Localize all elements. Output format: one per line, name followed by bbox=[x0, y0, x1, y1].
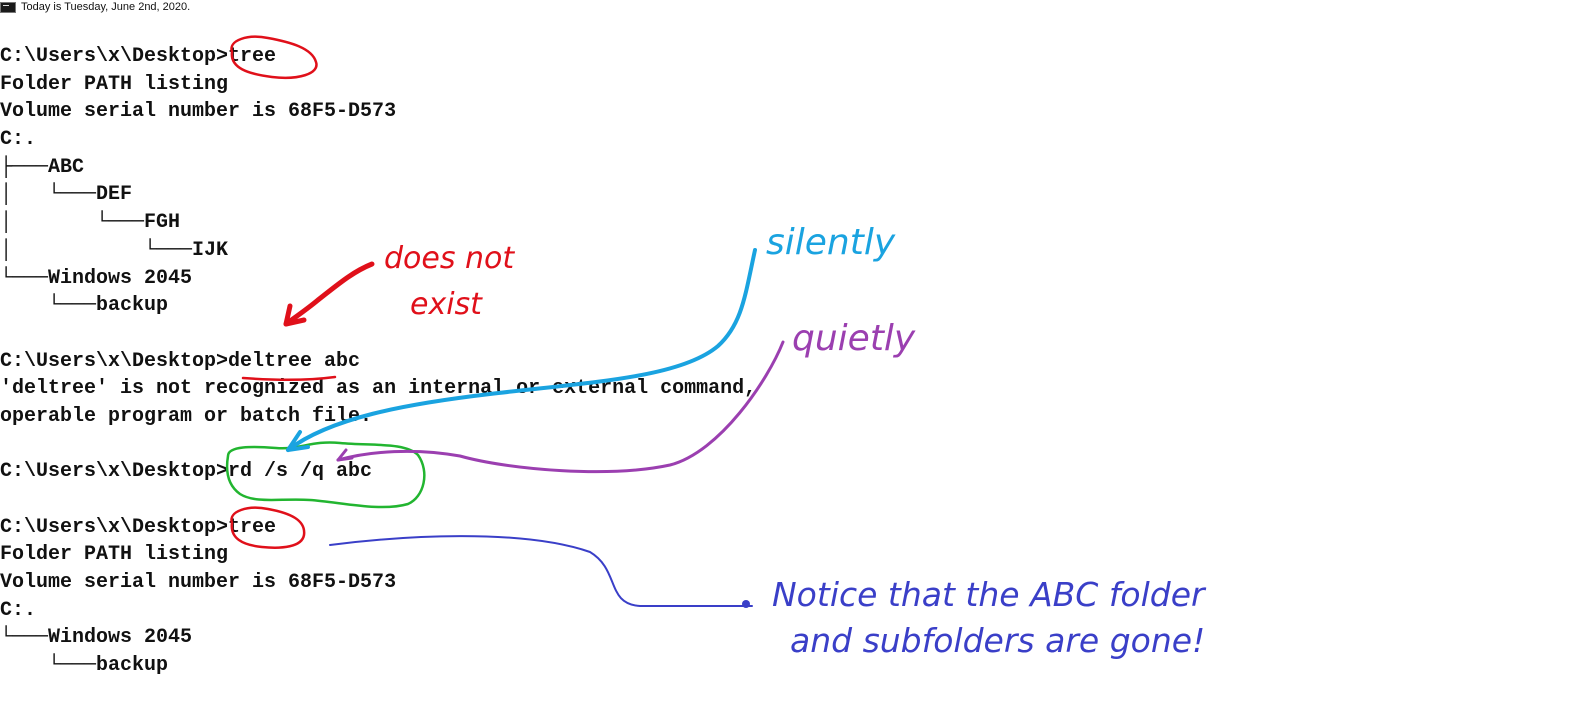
command-prompt-icon bbox=[0, 1, 16, 13]
console-line: └───Windows 2045 bbox=[0, 626, 193, 650]
window-title: Today is Tuesday, June 2nd, 2020. bbox=[21, 1, 191, 13]
console-line: │ └───DEF bbox=[0, 183, 133, 207]
console-line: C:. bbox=[0, 128, 37, 152]
console-output[interactable]: C:\Users\x\Desktop>tree Folder PATH list… bbox=[0, 43, 1000, 680]
console-line: 'deltree' is not recognized as an intern… bbox=[0, 377, 757, 401]
console-line: ├───ABC bbox=[0, 155, 85, 179]
console-line: C:\Users\x\Desktop>tree bbox=[0, 45, 277, 68]
console-line: └───backup bbox=[0, 294, 169, 318]
console-line: Folder PATH listing bbox=[0, 543, 229, 567]
console-line: │ └───IJK bbox=[0, 238, 229, 262]
console-line: └───Windows 2045 bbox=[0, 266, 193, 290]
console-line: C:. bbox=[0, 598, 37, 622]
console-line: Volume serial number is 68F5-D573 bbox=[0, 100, 397, 124]
console-line: C:\Users\x\Desktop>tree bbox=[0, 515, 277, 539]
console-line: C:\Users\x\Desktop>rd /s /q abc bbox=[0, 460, 373, 484]
console-line: C:\Users\x\Desktop>deltree abc bbox=[0, 349, 361, 373]
console-line: Volume serial number is 68F5-D573 bbox=[0, 571, 397, 595]
console-line: operable program or batch file. bbox=[0, 404, 373, 428]
console-line: Folder PATH listing bbox=[0, 72, 229, 96]
window-title-bar: Today is Tuesday, June 2nd, 2020. bbox=[0, 0, 190, 14]
console-line: │ └───FGH bbox=[0, 211, 181, 235]
console-line: └───backup bbox=[0, 654, 169, 678]
